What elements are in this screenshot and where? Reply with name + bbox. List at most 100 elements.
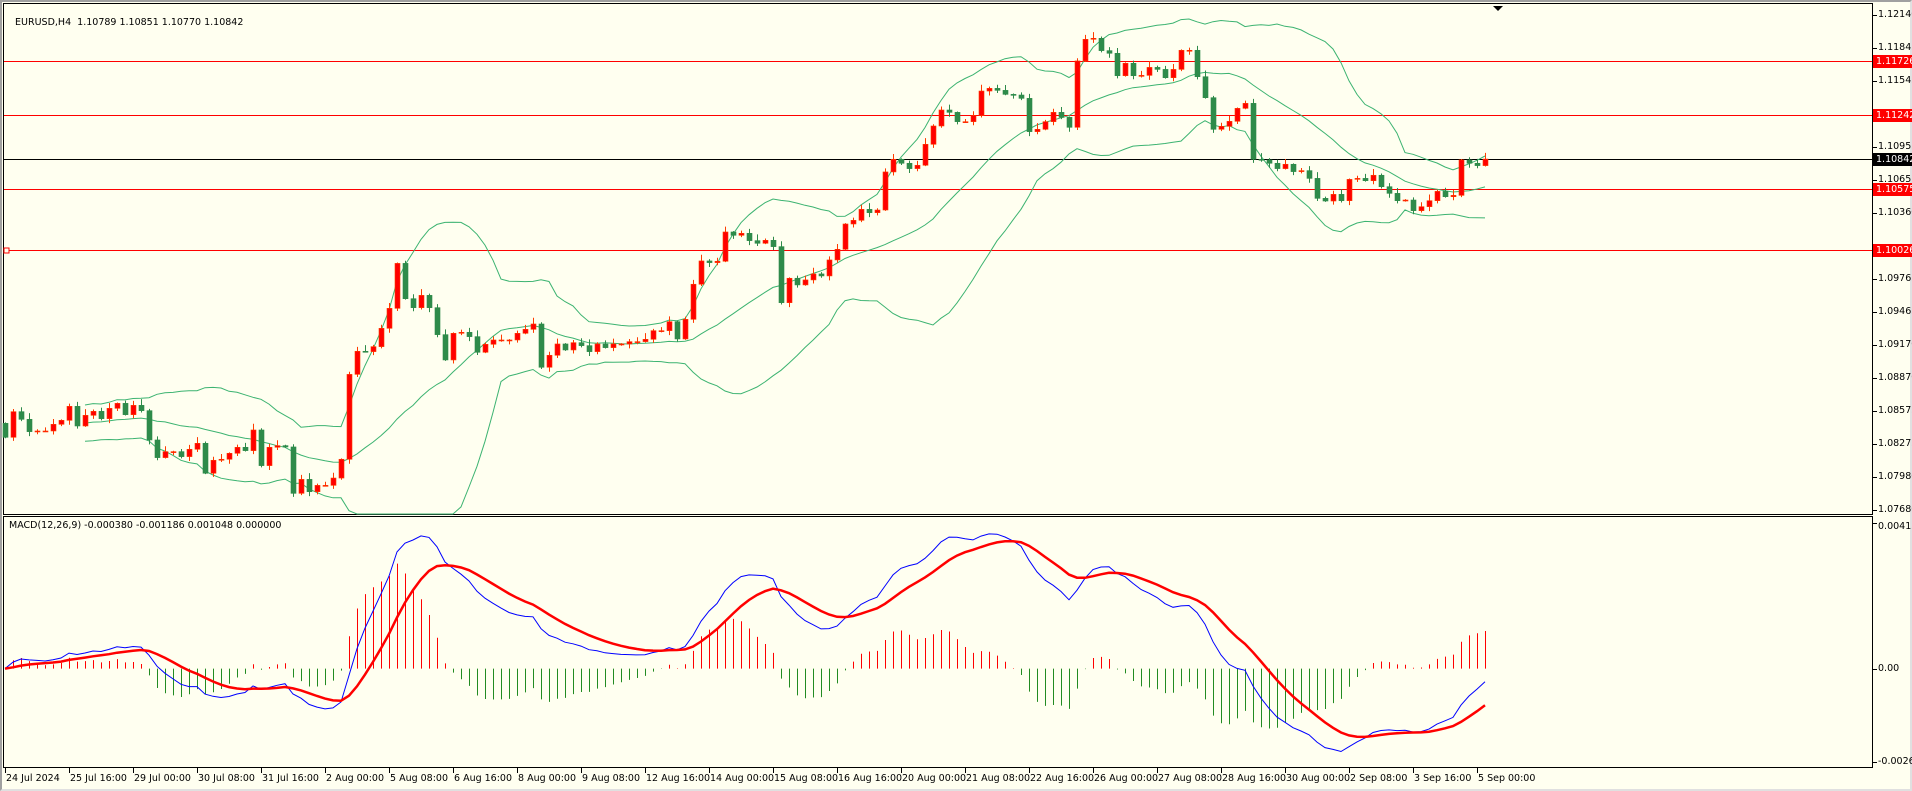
bearish-candle [362, 345, 369, 353]
symbol-info: EURUSD,H4 1.10789 1.10851 1.10770 1.1084… [9, 6, 243, 28]
candle-body [162, 451, 169, 458]
price-axis-label: 1.09465 [1878, 306, 1912, 317]
bearish-candle [746, 228, 753, 246]
bullish-candle [722, 226, 729, 263]
bullish-candle [914, 160, 921, 172]
candle-body [1050, 112, 1057, 122]
bearish-candle [602, 340, 609, 349]
bearish-candle [1154, 65, 1161, 73]
candle-body [1194, 49, 1201, 78]
bearish-candle [26, 413, 33, 437]
bullish-candle [218, 453, 225, 463]
chart-shift-marker-icon[interactable] [1493, 6, 1503, 11]
bullish-candle [642, 333, 649, 343]
time-axis-label: 25 Jul 16:00 [70, 773, 127, 784]
candle-body [10, 411, 17, 438]
bullish-candle [1170, 64, 1177, 82]
bullish-candle [386, 303, 393, 333]
bearish-candle [1338, 189, 1345, 203]
candle-body [274, 445, 281, 448]
candle-body [546, 354, 553, 368]
bearish-candle [1306, 166, 1313, 183]
bullish-candle [354, 346, 361, 378]
bearish-candle [306, 473, 313, 497]
candle-body [674, 321, 681, 340]
candle-body [506, 339, 513, 342]
candle-body [810, 273, 817, 281]
candle-body [1122, 62, 1129, 77]
bearish-candle [1130, 60, 1137, 80]
candle-body [834, 248, 841, 261]
candle-body [1162, 69, 1169, 79]
bearish-candle [1162, 65, 1169, 79]
candle-body [250, 429, 257, 451]
time-axis-label: 5 Aug 08:00 [390, 773, 449, 784]
candle-body [1002, 90, 1009, 95]
candle-body [90, 411, 97, 416]
candle-body [1442, 191, 1449, 197]
candle-body [642, 339, 649, 342]
candle-body [786, 277, 793, 303]
candle-body [290, 446, 297, 494]
bearish-candle [1098, 36, 1105, 53]
price-level-label: 1.11726 [1873, 54, 1912, 68]
candle-body [378, 328, 385, 347]
candle-body [1338, 194, 1345, 201]
bullish-candle [418, 289, 425, 310]
time-axis-label: 8 Aug 00:00 [518, 773, 577, 784]
candle-body [1138, 75, 1145, 77]
bullish-candle [162, 446, 169, 459]
bearish-candle [290, 444, 297, 497]
price-axis-label: 1.10655 [1878, 174, 1912, 185]
candle-body [762, 240, 769, 244]
bearish-candle [538, 322, 545, 370]
bullish-candle [1234, 107, 1241, 124]
candle-body [1330, 194, 1337, 202]
candle-body [1282, 163, 1289, 169]
candle-body [554, 343, 561, 356]
bullish-candle [1458, 159, 1465, 198]
time-axis-label: 2 Aug 00:00 [326, 773, 385, 784]
price-axis-label: 1.09170 [1878, 339, 1912, 350]
candle-body [842, 223, 849, 250]
candle-body [146, 410, 153, 441]
candle-body [1098, 38, 1105, 51]
candle-body [722, 231, 729, 262]
bearish-candle [1474, 158, 1481, 169]
bullish-candle [34, 429, 41, 435]
candle-body [818, 273, 825, 277]
bullish-candle [762, 238, 769, 245]
bullish-candle [338, 458, 345, 480]
bearish-candle [866, 203, 873, 218]
candle-body [18, 411, 25, 420]
candle-body [778, 246, 785, 303]
bearish-candle [74, 401, 81, 429]
candle-body [362, 350, 369, 353]
bearish-candle [770, 236, 777, 251]
candle-body [1074, 60, 1081, 128]
candle-body [1146, 67, 1153, 76]
time-axis-label: 15 Aug 08:00 [774, 773, 839, 784]
macd-axis-label: 0.004131 [1878, 521, 1912, 532]
bullish-candle [82, 409, 89, 427]
candle-body [1170, 69, 1177, 79]
price-axis-tick [1873, 477, 1877, 478]
bullish-candle [1226, 115, 1233, 131]
bullish-candle [786, 277, 793, 308]
bullish-candle [490, 336, 497, 348]
candle-body [458, 332, 465, 334]
bullish-candle [314, 483, 321, 495]
time-axis-label: 16 Aug 16:00 [838, 773, 903, 784]
time-axis-label: 6 Aug 16:00 [454, 773, 513, 784]
candle-body [866, 209, 873, 213]
bullish-candle [506, 339, 513, 345]
candle-body [1290, 163, 1297, 172]
bearish-candle [202, 441, 209, 475]
bullish-candle [1090, 32, 1097, 43]
candle-body [1426, 200, 1433, 207]
candle-body [1474, 162, 1481, 166]
bullish-candle [826, 256, 833, 281]
candle-body [1130, 62, 1137, 77]
price-axis-tick [1873, 312, 1877, 313]
bullish-candle [194, 437, 201, 452]
